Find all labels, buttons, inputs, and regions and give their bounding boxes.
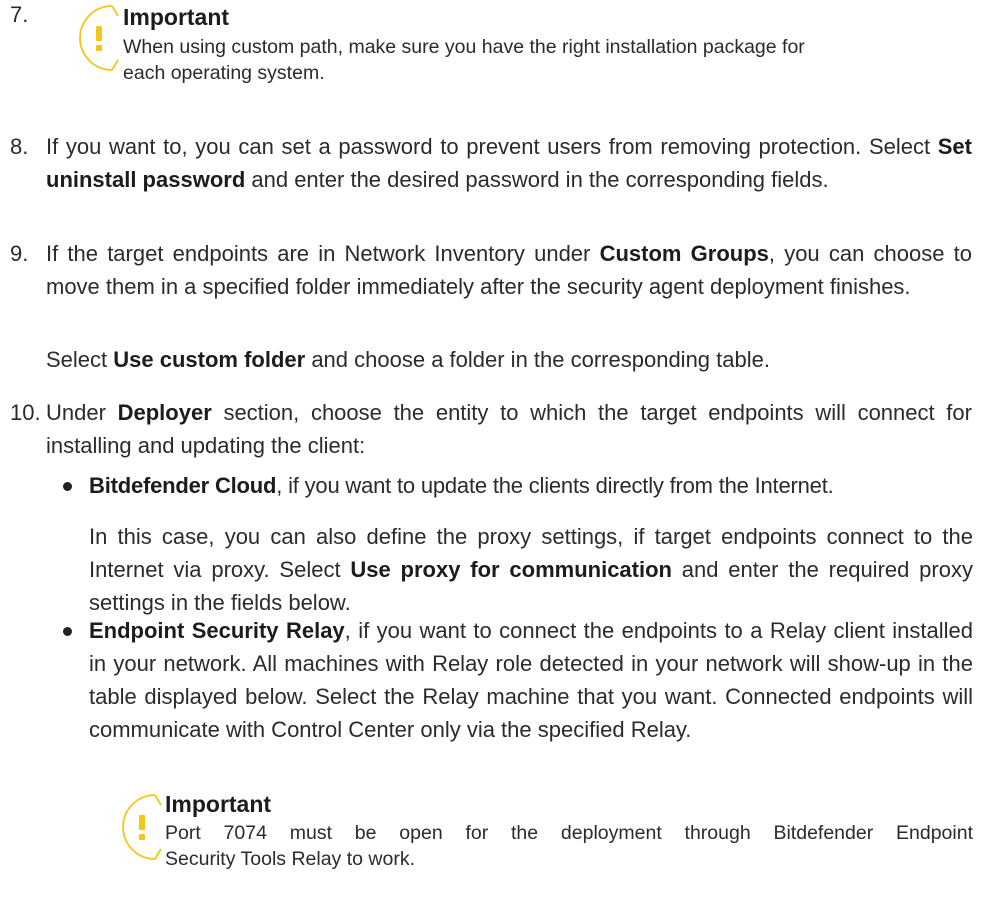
note-line: When using custom path, make sure you ha… [123, 36, 805, 58]
note-title: Important [123, 4, 230, 30]
ui-term: Deployer [117, 400, 212, 425]
note-line: Security Tools Relay to work. [165, 848, 415, 870]
bullet-icon [63, 482, 72, 491]
step-10-text: Under Deployer section, choose the entit… [46, 400, 972, 458]
step-8-text: If you want to, you can set a password t… [46, 134, 972, 192]
note-title: Important [165, 791, 272, 817]
ui-term: Endpoint Security Relay [89, 618, 345, 643]
bullet-1-text: Bitdefender Cloud, if you want to update… [89, 473, 834, 498]
note-line: Port 7074 must be open for the deploymen… [165, 822, 973, 844]
step-number-8: 8. [10, 134, 29, 159]
ui-term: Custom Groups [599, 241, 769, 266]
step-number-10: 10. [10, 400, 41, 425]
ui-term: Use custom folder [113, 347, 306, 372]
warning-exclamation-icon [121, 793, 165, 861]
step-9-text: If the target endpoints are in Network I… [46, 241, 972, 299]
step-number-9: 9. [10, 241, 29, 266]
bullet-icon [63, 627, 72, 636]
bullet-2-text: Endpoint Security Relay, if you want to … [89, 618, 974, 742]
ui-term: Use proxy for communication [350, 557, 672, 582]
warning-exclamation-icon [78, 4, 122, 72]
step-number-7: 7. [10, 2, 29, 27]
note-line: each operating system. [123, 62, 325, 84]
step-9-subtext: Select Use custom folder and choose a fo… [46, 347, 770, 372]
note-text: When using custom path, make sure you ha… [123, 34, 973, 86]
bullet-1-subtext: In this case, you can also define the pr… [89, 524, 973, 615]
note-text: Port 7074 must be open for the deploymen… [165, 820, 973, 872]
ui-term: Bitdefender Cloud [89, 473, 277, 498]
